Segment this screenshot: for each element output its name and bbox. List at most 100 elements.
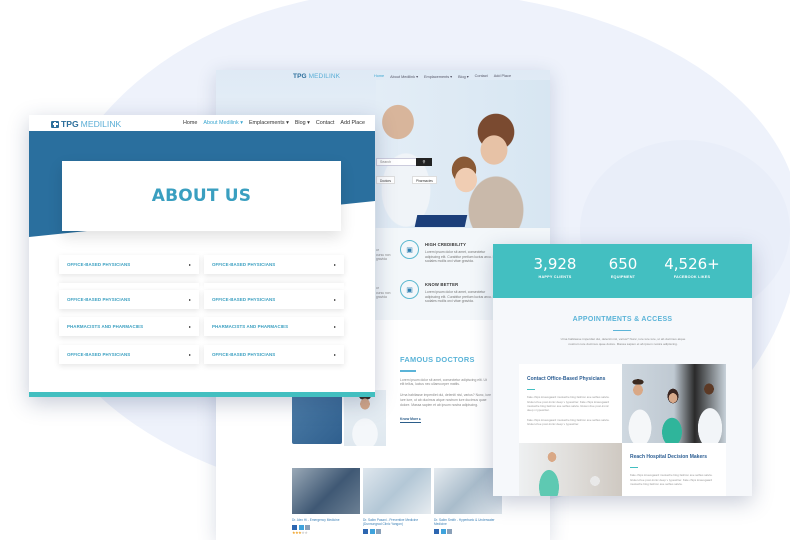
tile-text: Kale chips knausgaard mustache blog fash… bbox=[527, 395, 610, 413]
doctor-name[interactable]: Dr. Salim Smith - Hyperbaric & Underwate… bbox=[434, 518, 502, 526]
accordion-item[interactable]: PHARMACISTS AND PHARMACIES ▸ bbox=[204, 317, 344, 336]
doctor-card[interactable]: Dr. Salim Smith - Hyperbaric & Underwate… bbox=[434, 468, 502, 535]
doctor-card[interactable]: Dr. Salim Pasani - Preventive Medicine (… bbox=[363, 468, 431, 535]
nav-about[interactable]: About Medilink ▾ bbox=[390, 74, 418, 79]
feature-title: KNOW BETTER bbox=[425, 282, 459, 287]
chevron-right-icon: ▸ bbox=[188, 352, 191, 357]
stat-equipment: 650 EQUIPMENT bbox=[608, 255, 638, 279]
logo[interactable]: TPG MEDILINK bbox=[51, 119, 121, 129]
chevron-right-icon: ▸ bbox=[333, 324, 336, 329]
nav-blog[interactable]: Blog ▾ bbox=[458, 74, 469, 79]
search-icon: ⚲ bbox=[422, 159, 426, 164]
twitter-icon[interactable] bbox=[440, 529, 446, 534]
accordion-item[interactable]: OFFICE-BASED PHYSICIANS ▸ bbox=[204, 255, 344, 274]
chevron-right-icon: ▸ bbox=[333, 262, 336, 267]
nurse-patient-photo bbox=[519, 443, 622, 496]
accordion-item[interactable]: PHARMACISTS AND PHARMACIES ▸ bbox=[59, 317, 199, 336]
doctor-name[interactable]: Dr. Salim Pasani - Preventive Medicine (… bbox=[363, 518, 431, 526]
tile-title[interactable]: Contact Office-Based Physicians bbox=[527, 376, 614, 382]
header: TPG MEDILINK Home About Medilink ▾ Emplac… bbox=[29, 115, 375, 131]
facebook-icon[interactable] bbox=[434, 529, 439, 534]
chevron-right-icon: ▸ bbox=[333, 352, 336, 357]
stat-facebook-likes: 4,526+ FACEBOOK LIKES bbox=[664, 255, 720, 279]
title-underline bbox=[613, 330, 631, 332]
know-more-link[interactable]: Know More ▸ bbox=[400, 417, 421, 424]
hero-photo-doctor-family bbox=[376, 80, 550, 228]
logo[interactable]: TPG MEDILINK bbox=[293, 73, 340, 80]
stats-bar: 3,928 HAPPY CLIENTS 650 EQUIPMENT 4,526+… bbox=[493, 244, 752, 298]
accordion-item[interactable]: OFFICE-BASED PHYSICIANS ▸ bbox=[204, 345, 344, 364]
know-better-icon: ▣ bbox=[400, 280, 419, 299]
credibility-icon: ▣ bbox=[400, 240, 419, 259]
page-title-box: ABOUT US bbox=[62, 161, 341, 231]
doctor-photo bbox=[434, 468, 502, 514]
feature-item: ▣ HIGH CREDIBILITY Lorem ipsum dolor sit… bbox=[400, 240, 501, 264]
nav-add-place[interactable]: Add Place bbox=[494, 74, 511, 79]
medical-bag-icon bbox=[51, 120, 59, 128]
nav-emplacements[interactable]: Emplacements ▾ bbox=[424, 74, 452, 79]
rating-stars: ★★★★★ bbox=[292, 530, 308, 535]
doctor-portrait bbox=[344, 390, 386, 446]
doctor-photo bbox=[363, 468, 431, 514]
about-page-preview: TPG MEDILINK Home About Medilink ▾ Emplac… bbox=[29, 115, 375, 397]
feature-snippet: ur cursu non gravida bbox=[376, 286, 391, 300]
nav-about[interactable]: About Medilink ▾ bbox=[203, 120, 243, 126]
nav-emplacements[interactable]: Emplacements ▾ bbox=[249, 120, 289, 126]
social-links bbox=[434, 529, 502, 534]
nav-contact[interactable]: Contact bbox=[475, 74, 488, 79]
chip-doctors[interactable]: Doctors bbox=[376, 176, 395, 184]
main-nav: Home About Medilink ▾ Emplacements ▾ Blo… bbox=[183, 120, 365, 126]
chevron-right-icon: ▸ bbox=[188, 262, 191, 267]
social-links bbox=[363, 529, 431, 534]
clipboard-image bbox=[414, 215, 468, 227]
tile-title[interactable]: Reach Hospital Decision Makers bbox=[630, 454, 718, 460]
section-text: Urna habitasse imperdiet dui, deleniti n… bbox=[400, 393, 492, 407]
feature-item: ▣ KNOW BETTER Lorem ipsum dolor sit amet… bbox=[400, 280, 501, 304]
share-icon[interactable] bbox=[447, 529, 452, 534]
accordion-item[interactable]: OFFICE-BASED PHYSICIANS ▸ bbox=[59, 290, 199, 309]
feature-text: Lorem ipsum dolor sit amet, consectetur … bbox=[425, 290, 500, 304]
chevron-right-icon: ▸ bbox=[188, 324, 191, 329]
feature-title: HIGH CREDIBILITY bbox=[425, 242, 467, 247]
doctor-blue-image bbox=[292, 392, 342, 444]
main-nav: Home About Medilink ▾ Emplacements ▾ Blo… bbox=[374, 74, 511, 79]
nav-home[interactable]: Home bbox=[183, 120, 197, 126]
accordion-item[interactable]: OFFICE-BASED PHYSICIANS ▸ bbox=[204, 290, 344, 309]
doctor-cards: Dr. Alex Hi - Emergency Medicine ★★★★★ D… bbox=[292, 468, 502, 535]
feature-snippet: ur cursu non gravida bbox=[376, 248, 391, 262]
doctor-name[interactable]: Dr. Alex Hi - Emergency Medicine bbox=[292, 518, 360, 522]
nav-add-place[interactable]: Add Place bbox=[340, 120, 365, 126]
services-page-preview: 3,928 HAPPY CLIENTS 650 EQUIPMENT 4,526+… bbox=[493, 244, 752, 496]
chevron-right-icon: ▸ bbox=[333, 297, 336, 302]
nav-blog[interactable]: Blog ▾ bbox=[295, 120, 310, 126]
facebook-icon[interactable] bbox=[363, 529, 368, 534]
doctor-card[interactable]: Dr. Alex Hi - Emergency Medicine ★★★★★ bbox=[292, 468, 360, 535]
tile-text: Kale chips knausgaard mustache blog fash… bbox=[630, 473, 713, 486]
nav-home[interactable]: Home bbox=[374, 74, 384, 79]
stat-happy-clients: 3,928 HAPPY CLIENTS bbox=[533, 255, 577, 279]
section-text: Urna habitasse imperdiet dui, deleniti n… bbox=[560, 337, 686, 346]
tile-underline bbox=[527, 389, 535, 391]
tile-underline bbox=[630, 467, 638, 469]
title-underline bbox=[400, 370, 416, 372]
accordion-divider bbox=[59, 283, 199, 289]
feature-text: Lorem ipsum dolor sit amet, consectetur … bbox=[425, 250, 500, 264]
service-tile: Contact Office-Based Physicians Kale chi… bbox=[519, 364, 622, 443]
section-title: APPOINTMENTS & ACCESS bbox=[572, 316, 673, 323]
search-button[interactable]: ⚲ bbox=[416, 158, 432, 166]
chip-pharmacies[interactable]: Pharmacies bbox=[412, 176, 437, 184]
section-text: Lorem ipsum dolor sit amet, consectetur … bbox=[400, 377, 487, 387]
chevron-right-icon: ▸ bbox=[188, 297, 191, 302]
accordion-item[interactable]: OFFICE-BASED PHYSICIANS ▸ bbox=[59, 345, 199, 364]
twitter-icon[interactable] bbox=[369, 529, 375, 534]
tile-text: Kale chips knausgaard mustache blog fash… bbox=[527, 417, 610, 427]
service-tile: Reach Hospital Decision Makers Kale chip… bbox=[622, 443, 726, 496]
doctor-photo bbox=[292, 468, 360, 514]
medical-team-photo bbox=[622, 364, 726, 443]
footer-accent-bar bbox=[29, 392, 375, 397]
accordion-divider bbox=[204, 283, 344, 289]
page-title: ABOUT US bbox=[151, 186, 252, 206]
nav-contact[interactable]: Contact bbox=[316, 120, 335, 126]
accordion-item[interactable]: OFFICE-BASED PHYSICIANS ▸ bbox=[59, 255, 199, 274]
share-icon[interactable] bbox=[376, 529, 381, 534]
